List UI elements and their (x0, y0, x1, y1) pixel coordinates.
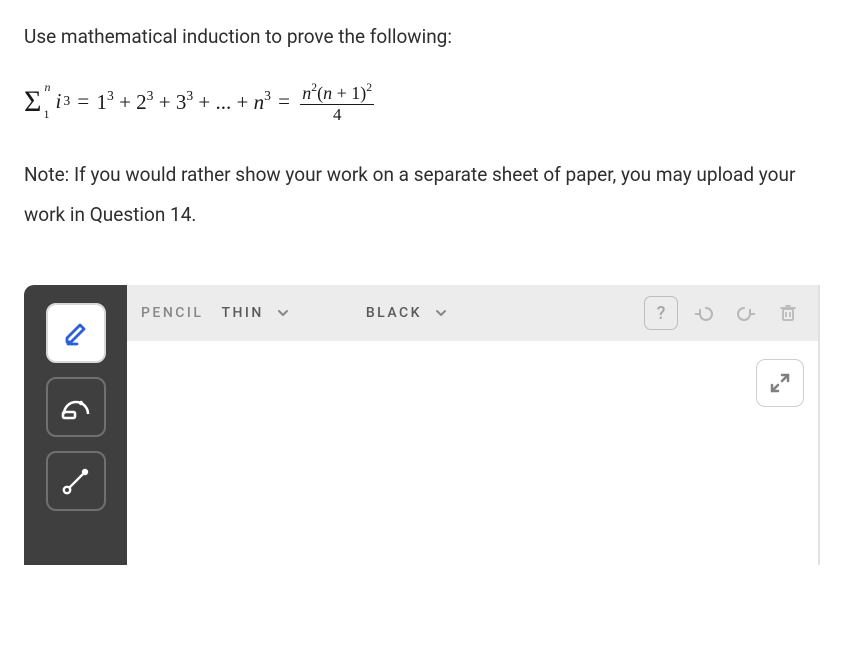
canvas-panel[interactable]: PENCIL THIN BLACK ? (127, 285, 820, 565)
question-prompt: Use mathematical induction to prove the … (24, 22, 820, 52)
color-selected: BLACK (366, 305, 422, 321)
protractor-icon (59, 390, 93, 424)
active-tool-label: PENCIL (141, 305, 203, 321)
trash-icon (778, 303, 798, 323)
line-icon (59, 464, 93, 498)
equation-display: Σn1 i3 = 13 + 23 + 33 + ... + n3 = n2(n … (24, 80, 820, 123)
line-tool-button[interactable] (46, 451, 106, 511)
undo-button[interactable] (688, 297, 720, 329)
drawing-widget: PENCIL THIN BLACK ? (24, 285, 820, 565)
tool-sidebar (24, 285, 127, 565)
drawing-toolbar: PENCIL THIN BLACK ? (127, 285, 818, 341)
help-icon: ? (657, 303, 666, 324)
trash-button[interactable] (772, 297, 804, 329)
question-note: Note: If you would rather show your work… (24, 155, 820, 235)
thickness-dropdown[interactable]: THIN (213, 299, 297, 327)
chevron-down-icon (434, 306, 448, 320)
expand-button[interactable] (756, 359, 804, 407)
thickness-selected: THIN (221, 305, 263, 321)
expand-icon (769, 372, 791, 394)
redo-icon (736, 303, 756, 323)
chevron-down-icon (276, 306, 290, 320)
help-button[interactable]: ? (644, 296, 678, 330)
protractor-tool-button[interactable] (46, 377, 106, 437)
pencil-icon (60, 317, 92, 349)
color-dropdown[interactable]: BLACK (358, 299, 456, 327)
pencil-tool-button[interactable] (46, 303, 106, 363)
redo-button[interactable] (730, 297, 762, 329)
undo-icon (694, 303, 714, 323)
